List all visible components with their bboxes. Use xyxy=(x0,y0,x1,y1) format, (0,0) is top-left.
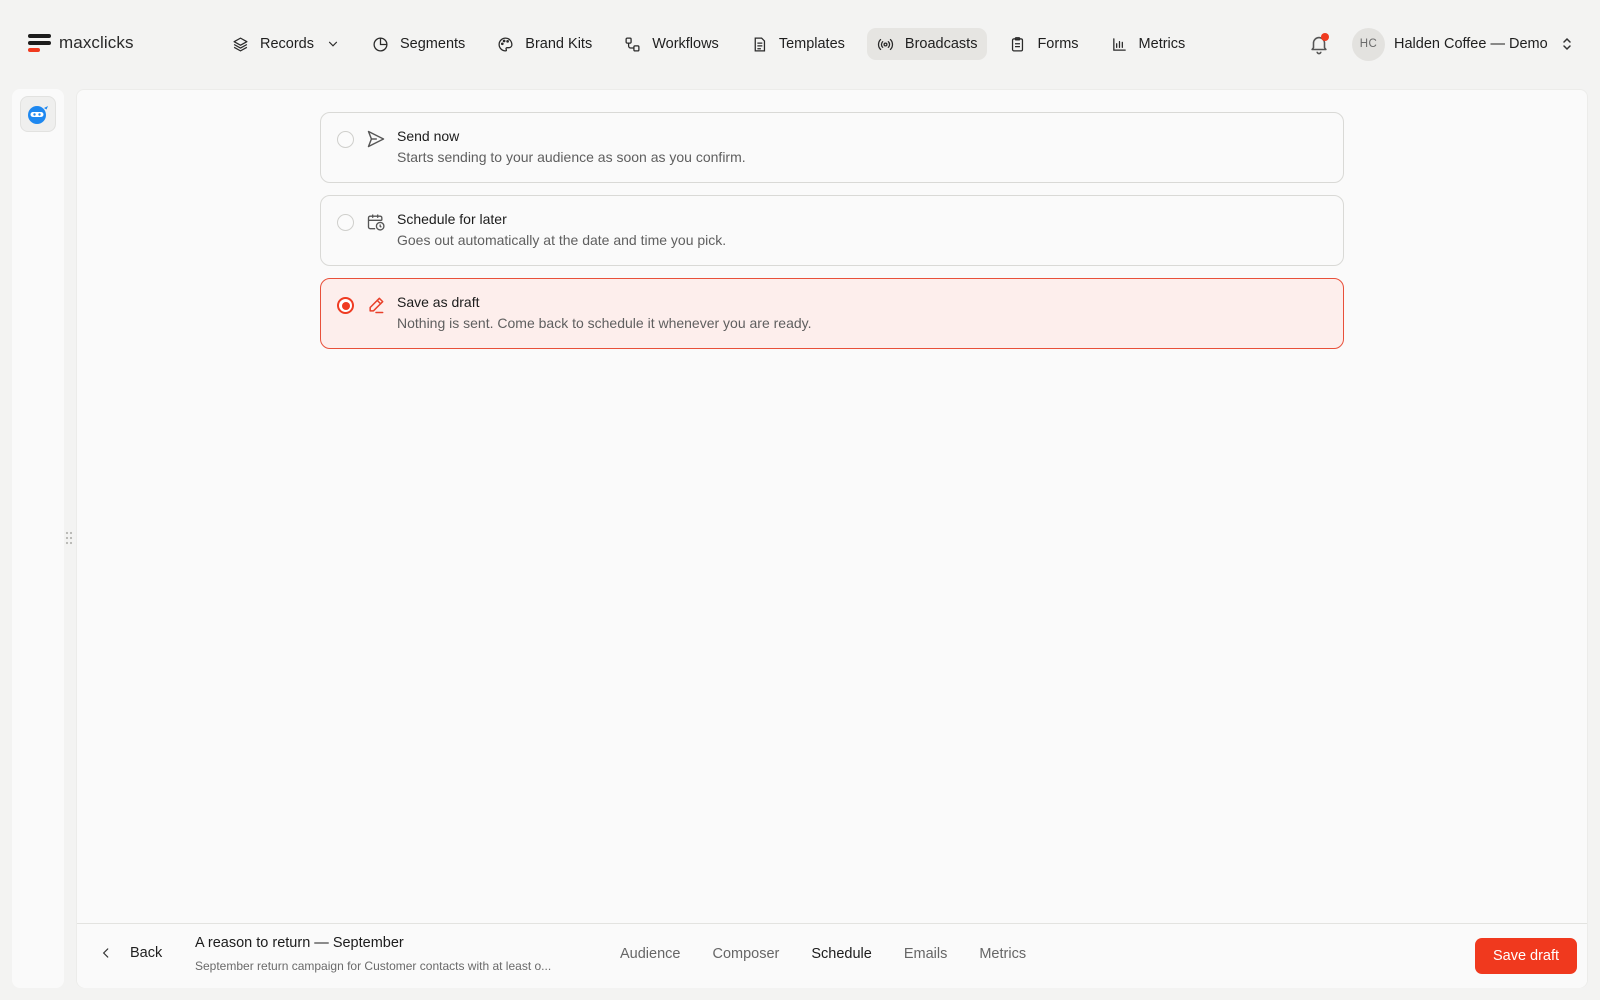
tab-composer[interactable]: Composer xyxy=(712,946,779,962)
nav-item-segments[interactable]: Segments xyxy=(362,28,475,60)
calendar-clock-icon xyxy=(367,214,385,231)
nav-label-broadcasts: Broadcasts xyxy=(904,36,978,52)
save-draft-radio[interactable] xyxy=(337,297,354,314)
nav-label-metrics: Metrics xyxy=(1138,36,1186,52)
option-title: Schedule for later xyxy=(397,211,507,227)
option-title: Save as draft xyxy=(397,294,480,310)
schedule-panel: Send now Starts sending to your audience… xyxy=(76,89,1588,988)
nav-item-forms[interactable]: Forms xyxy=(999,28,1088,60)
campaign-subtitle: September return campaign for Customer c… xyxy=(195,959,552,973)
nav-item-metrics[interactable]: Metrics xyxy=(1101,28,1196,60)
left-rail xyxy=(12,89,64,988)
nav-item-broadcasts[interactable]: Broadcasts xyxy=(866,28,988,60)
pencil-icon xyxy=(369,297,384,314)
option-save-draft[interactable]: Save as draft Nothing is sent. Come back… xyxy=(320,278,1344,349)
chevron-up-down-icon xyxy=(1562,37,1571,51)
nav-label-workflows: Workflows xyxy=(652,36,719,52)
pie-icon xyxy=(373,36,388,52)
top-navigation-bar: maxclicks Records Segments Brand Kits Wo… xyxy=(0,0,1600,88)
nav-item-records[interactable]: Records xyxy=(222,28,350,60)
tab-metrics[interactable]: Metrics xyxy=(979,946,1026,962)
avatar: HC xyxy=(1352,27,1385,61)
layers-icon xyxy=(233,36,248,52)
bar-chart-icon xyxy=(1112,37,1126,51)
option-schedule-later[interactable]: Schedule for later Goes out automaticall… xyxy=(320,195,1344,266)
send-icon xyxy=(367,130,385,148)
back-label: Back xyxy=(130,945,163,961)
save-draft-button[interactable]: Save draft xyxy=(1475,938,1577,974)
nav-label-records: Records xyxy=(260,36,314,52)
workflow-icon xyxy=(625,36,640,52)
nav-label-templates: Templates xyxy=(778,36,845,52)
nav-item-workflows[interactable]: Workflows xyxy=(614,28,729,60)
brand-name: maxclicks xyxy=(59,33,134,52)
nav-label-forms: Forms xyxy=(1037,36,1079,52)
campaign-title: A reason to return — September xyxy=(195,935,404,951)
tab-schedule[interactable]: Schedule xyxy=(811,946,871,962)
option-title: Send now xyxy=(397,128,460,144)
nav-label-brand-kits: Brand Kits xyxy=(525,36,593,52)
logo-mark-icon xyxy=(28,32,52,54)
option-description: Starts sending to your audience as soon … xyxy=(397,149,746,165)
palette-icon xyxy=(498,36,513,52)
ninja-bot-icon xyxy=(28,106,48,124)
chevron-left-icon xyxy=(102,948,109,958)
editor-tabs: Audience Composer Schedule Emails Metric… xyxy=(620,946,1058,962)
option-description: Nothing is sent. Come back to schedule i… xyxy=(397,315,812,331)
brand-logo[interactable]: maxclicks xyxy=(28,32,134,54)
option-description: Goes out automatically at the date and t… xyxy=(397,232,727,248)
nav-label-segments: Segments xyxy=(400,36,466,52)
tab-emails[interactable]: Emails xyxy=(904,946,948,962)
notification-badge xyxy=(1321,33,1329,41)
resize-handle-icon[interactable] xyxy=(65,531,73,545)
chevron-down-icon xyxy=(328,41,338,47)
nav-item-templates[interactable]: Templates xyxy=(741,28,855,60)
account-name: Halden Coffee — Demo xyxy=(1394,36,1548,52)
schedule-later-radio[interactable] xyxy=(337,214,354,231)
document-icon xyxy=(754,36,765,52)
broadcast-icon xyxy=(877,38,893,50)
option-send-now[interactable]: Send now Starts sending to your audience… xyxy=(320,112,1344,183)
main-nav: Records Segments Brand Kits Workflows Te… xyxy=(222,28,1207,60)
account-switcher[interactable]: HC Halden Coffee — Demo xyxy=(1352,27,1573,61)
tab-audience[interactable]: Audience xyxy=(620,946,680,962)
editor-footer: Back A reason to return — September Sept… xyxy=(77,923,1587,988)
back-button[interactable]: Back xyxy=(99,945,162,961)
assistant-button[interactable] xyxy=(20,96,56,132)
nav-item-brand-kits[interactable]: Brand Kits xyxy=(487,28,602,60)
clipboard-icon xyxy=(1012,36,1024,52)
send-now-radio[interactable] xyxy=(337,131,354,148)
